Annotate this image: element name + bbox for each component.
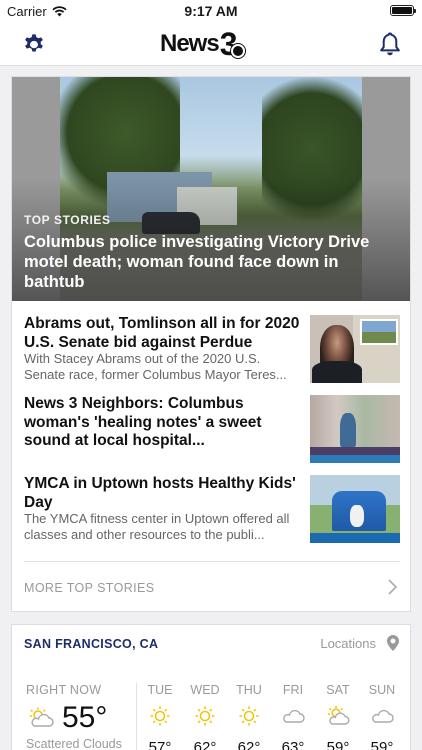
forecast-day-name: SUN xyxy=(368,683,396,697)
battery-icon xyxy=(390,5,416,16)
forecast-day-name: FRI xyxy=(282,683,304,697)
sun-icon xyxy=(195,706,215,726)
sun-icon xyxy=(239,706,259,726)
cloud-icon xyxy=(283,709,305,723)
forecast-day-name: TUE xyxy=(147,683,173,697)
story-thumbnail xyxy=(310,315,400,383)
weather-card: SAN FRANCISCO, CA Locations RIGHT NOW 55… xyxy=(11,624,411,750)
chevron-right-icon[interactable] xyxy=(386,577,400,597)
story-headline: News 3 Neighbors: Columbus woman's 'heal… xyxy=(24,395,262,449)
thumbnail-person xyxy=(350,505,364,527)
forecast-day: SAT 59° xyxy=(316,683,360,750)
news3-logo: News 3 xyxy=(160,26,245,62)
forecast-high: 62° xyxy=(237,739,261,750)
current-label: RIGHT NOW xyxy=(26,683,102,697)
forecast-high: 63° xyxy=(281,739,305,750)
divider xyxy=(24,561,400,562)
status-time: 9:17 AM xyxy=(184,3,238,19)
story-item[interactable]: YMCA in Uptown hosts Healthy Kids' Day T… xyxy=(24,475,400,547)
story-thumbnail xyxy=(310,475,400,543)
forecast-day: WED 62° xyxy=(183,683,227,750)
forecast-high: 59° xyxy=(326,739,350,750)
sun-icon xyxy=(150,706,170,726)
more-top-stories-link[interactable]: MORE TOP STORIES xyxy=(24,581,155,595)
story-summary: The YMCA fitness center in Uptown offere… xyxy=(24,511,290,542)
story-item[interactable]: News 3 Neighbors: Columbus woman's 'heal… xyxy=(24,395,400,467)
hero-kicker: TOP STORIES xyxy=(24,213,111,227)
weather-city: SAN FRANCISCO, CA xyxy=(24,637,159,651)
forecast-day-name: WED xyxy=(190,683,220,697)
logo-text: News xyxy=(160,30,220,57)
current-weather: RIGHT NOW 55° Scattered Clouds xyxy=(26,683,138,750)
story-thumbnail xyxy=(310,395,400,463)
story-summary: With Stacey Abrams out of the 2020 U.S. … xyxy=(24,351,287,382)
forecast-high: 59° xyxy=(370,739,394,750)
cloud-icon xyxy=(372,709,394,723)
story-item[interactable]: Abrams out, Tomlinson all in for 2020 U.… xyxy=(24,315,400,387)
bell-icon[interactable] xyxy=(378,31,402,57)
thumbnail-picture xyxy=(360,319,398,345)
forecast-day: FRI 63° xyxy=(271,683,315,750)
weather-divider xyxy=(136,683,137,750)
thumbnail-lower-third xyxy=(310,533,400,543)
forecast-day: TUE 57° xyxy=(138,683,182,750)
hero-story[interactable]: TOP STORIES Columbus police investigatin… xyxy=(12,77,410,301)
story-headline: Abrams out, Tomlinson all in for 2020 U.… xyxy=(24,315,300,351)
locations-link[interactable]: Locations xyxy=(320,636,376,651)
top-stories-card: TOP STORIES Columbus police investigatin… xyxy=(11,76,411,612)
status-bar: Carrier 9:17 AM xyxy=(0,0,422,22)
forecast-day-name: THU xyxy=(236,683,262,697)
story-headline: YMCA in Uptown hosts Healthy Kids' Day xyxy=(24,475,296,511)
thumbnail-lower-third xyxy=(310,447,400,455)
thumbnail-person xyxy=(340,413,356,447)
forecast-day-name: SAT xyxy=(326,683,350,697)
logo-eye-icon xyxy=(230,44,245,58)
thumbnail-person xyxy=(312,361,362,383)
forecast-day: SUN 59° xyxy=(360,683,404,750)
partly-cloudy-icon xyxy=(30,707,54,727)
location-pin-icon[interactable] xyxy=(386,634,400,652)
gear-icon[interactable] xyxy=(22,32,46,56)
forecast-high: 62° xyxy=(193,739,217,750)
current-condition: Scattered Clouds xyxy=(26,737,122,750)
hero-title: Columbus police investigating Victory Dr… xyxy=(24,233,370,291)
thumbnail-lower-third xyxy=(310,455,400,463)
partly-cloudy-icon xyxy=(328,706,350,725)
app-header: News 3 xyxy=(0,22,422,66)
current-temp: 55° xyxy=(62,701,108,734)
forecast-high: 57° xyxy=(148,739,172,750)
forecast-day: THU 62° xyxy=(227,683,271,750)
